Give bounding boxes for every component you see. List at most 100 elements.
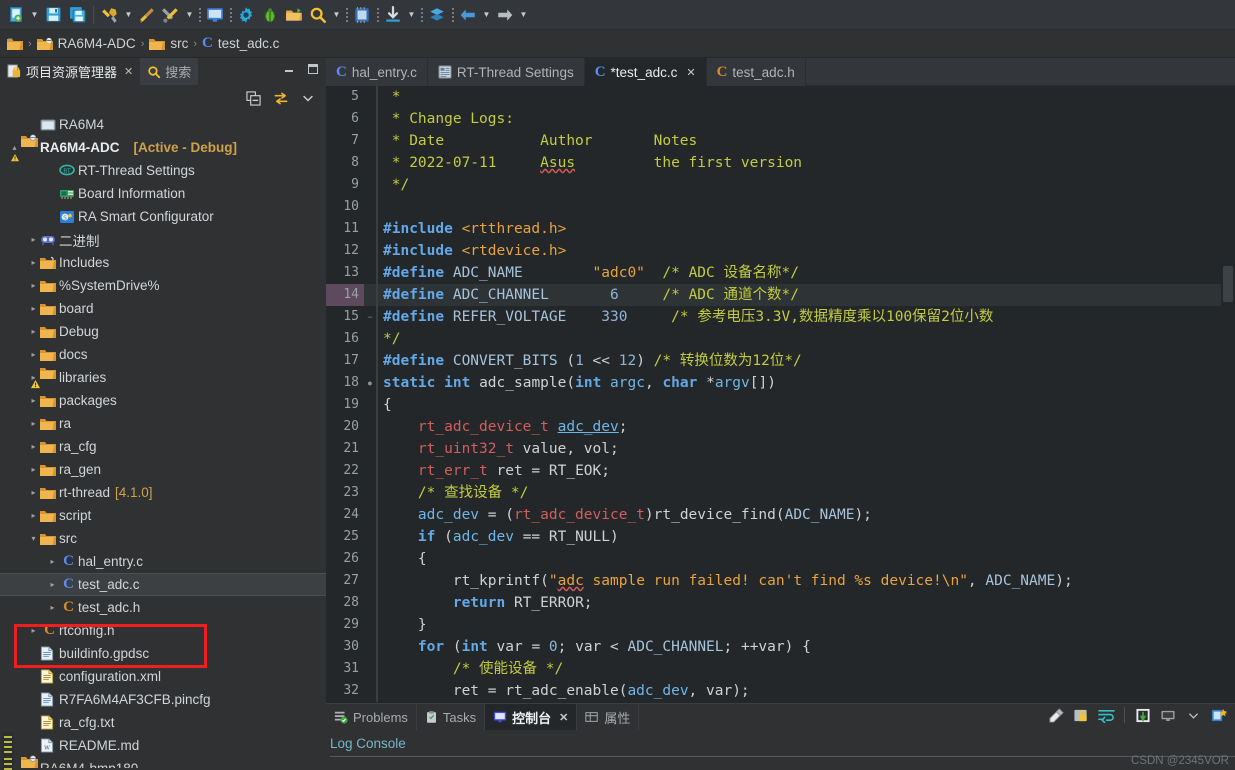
tree-item-libraries[interactable]: ▸libraries bbox=[0, 366, 326, 389]
build-button[interactable] bbox=[98, 3, 122, 27]
build-config-button[interactable] bbox=[159, 3, 183, 27]
close-icon[interactable]: ✕ bbox=[124, 65, 133, 78]
scrollbar-thumb[interactable] bbox=[1223, 266, 1233, 302]
tree-collapsed-twisty-icon[interactable]: ▸ bbox=[27, 396, 40, 405]
tree-item-ra-gen[interactable]: ▸ra_gen bbox=[0, 458, 326, 481]
clean-button[interactable] bbox=[135, 3, 159, 27]
tree-collapsed-twisty-icon[interactable]: ▸ bbox=[46, 557, 59, 566]
code-line[interactable]: 26 { bbox=[326, 548, 1235, 570]
code-line[interactable]: 17#define CONVERT_BITS (1 << 12) /* 转换位数… bbox=[326, 350, 1235, 372]
tree-item-readme-md[interactable]: WREADME.md bbox=[0, 734, 326, 757]
code-line[interactable]: 18●static int adc_sample(int argc, char … bbox=[326, 372, 1235, 394]
toolbar-handle-5[interactable] bbox=[418, 5, 425, 25]
tree-item-[interactable]: ▸二进制 bbox=[0, 228, 326, 251]
tree-collapsed-twisty-icon[interactable]: ▸ bbox=[27, 626, 40, 635]
tree-collapsed-twisty-icon[interactable]: ▸ bbox=[27, 419, 40, 428]
code-line[interactable]: 11#include <rtthread.h> bbox=[326, 218, 1235, 240]
code-line[interactable]: 20 rt_adc_device_t adc_dev; bbox=[326, 416, 1235, 438]
tab-tasks[interactable]: Tasks bbox=[417, 704, 485, 730]
back-button[interactable] bbox=[456, 3, 480, 27]
tree-item-ra-cfg-txt[interactable]: ra_cfg.txt bbox=[0, 711, 326, 734]
toolbar-handle-3[interactable] bbox=[343, 5, 350, 25]
tree-item-test-adc-c[interactable]: ▸Ctest_adc.c bbox=[0, 573, 326, 596]
code-line[interactable]: 9 */ bbox=[326, 174, 1235, 196]
code-line[interactable]: 21 rt_uint32_t value, vol; bbox=[326, 438, 1235, 460]
download-dropdown[interactable]: ▼ bbox=[405, 5, 418, 25]
toolbar-handle-6[interactable] bbox=[449, 5, 456, 25]
tree-item-ra-cfg[interactable]: ▸ra_cfg bbox=[0, 435, 326, 458]
editor-tab-rtthreadsettings[interactable]: RT-Thread Settings bbox=[428, 58, 585, 86]
tree-collapsed-twisty-icon[interactable]: ▸ bbox=[27, 465, 40, 474]
tab-properties[interactable]: 属性 bbox=[577, 704, 639, 730]
code-line[interactable]: 32 ret = rt_adc_enable(adc_dev, var); bbox=[326, 680, 1235, 702]
toolbar-handle-4[interactable] bbox=[374, 5, 381, 25]
code-line[interactable]: 27 rt_kprintf("adc sample run failed! ca… bbox=[326, 570, 1235, 592]
tree-item-ra[interactable]: ▸ra bbox=[0, 412, 326, 435]
tree-collapsed-twisty-icon[interactable]: ▸ bbox=[46, 603, 59, 612]
toolbar-handle-2[interactable] bbox=[227, 5, 234, 25]
tree-expanded-twisty-icon[interactable]: ▴ bbox=[8, 143, 21, 152]
search-dropdown[interactable]: ▼ bbox=[330, 5, 343, 25]
tree-collapsed-twisty-icon[interactable]: ▸ bbox=[27, 304, 40, 313]
tree-collapsed-twisty-icon[interactable]: ▸ bbox=[27, 442, 40, 451]
tree-item-rtconfig-h[interactable]: ▸Crtconfig.h bbox=[0, 619, 326, 642]
editor-tab-hal_entry.c[interactable]: Chal_entry.c bbox=[326, 58, 428, 86]
folder-open-icon[interactable] bbox=[7, 37, 23, 51]
code-line[interactable]: 7 * Date Author Notes bbox=[326, 130, 1235, 152]
settings-button[interactable] bbox=[234, 3, 258, 27]
back-dropdown[interactable]: ▼ bbox=[480, 5, 493, 25]
new-file-button[interactable] bbox=[4, 3, 28, 27]
tree-item-debug[interactable]: ▸Debug bbox=[0, 320, 326, 343]
tab-search[interactable]: 搜索 bbox=[140, 58, 198, 85]
tree-collapsed-twisty-icon[interactable]: ▸ bbox=[27, 511, 40, 520]
collapse-all-button[interactable] bbox=[245, 90, 262, 107]
build-config-dropdown[interactable]: ▼ bbox=[183, 5, 196, 25]
code-line[interactable]: 25 if (adc_dev == RT_NULL) bbox=[326, 526, 1235, 548]
tab-console[interactable]: 控制台 ✕ bbox=[485, 704, 577, 730]
minimize-view-button[interactable] bbox=[282, 62, 296, 76]
breadcrumb-item-1[interactable]: src bbox=[149, 36, 188, 51]
tree-collapsed-twisty-icon[interactable]: ▸ bbox=[27, 235, 40, 244]
tree-item-configuration-xml[interactable]: configuration.xml bbox=[0, 665, 326, 688]
tree-collapsed-twisty-icon[interactable]: ▸ bbox=[27, 350, 40, 359]
download-button[interactable] bbox=[381, 3, 405, 27]
code-line[interactable]: 15−#define REFER_VOLTAGE 330 /* 参考电压3.3V… bbox=[326, 306, 1235, 328]
package-manager-button[interactable] bbox=[350, 3, 374, 27]
editor-tab-test_adc.h[interactable]: Ctest_adc.h bbox=[707, 58, 806, 86]
tree-item-test-adc-h[interactable]: ▸Ctest_adc.h bbox=[0, 596, 326, 619]
code-line[interactable]: 28 return RT_ERROR; bbox=[326, 592, 1235, 614]
display-console-button[interactable] bbox=[1159, 706, 1177, 724]
forward-dropdown[interactable]: ▼ bbox=[517, 5, 530, 25]
tree-item-board[interactable]: ▸board bbox=[0, 297, 326, 320]
breadcrumb-item-2[interactable]: C test_adc.c bbox=[202, 35, 279, 52]
maximize-view-button[interactable] bbox=[306, 62, 320, 76]
code-line[interactable]: 22 rt_err_t ret = RT_EOK; bbox=[326, 460, 1235, 482]
tree-item-buildinfo-gpdsc[interactable]: buildinfo.gpdsc bbox=[0, 642, 326, 665]
breadcrumb-item-0[interactable]: RA6M4-ADC bbox=[37, 36, 136, 51]
open-console-button[interactable] bbox=[1209, 706, 1227, 724]
console-menu-button[interactable] bbox=[1184, 706, 1202, 724]
tree-item-hal-entry-c[interactable]: ▸Chal_entry.c bbox=[0, 550, 326, 573]
code-line[interactable]: 8 * 2022-07-11 Asus the first version bbox=[326, 152, 1235, 174]
tree-collapsed-twisty-icon[interactable]: ▸ bbox=[27, 327, 40, 336]
fold-marker-icon[interactable]: ● bbox=[364, 372, 376, 394]
code-line[interactable]: 19{ bbox=[326, 394, 1235, 416]
tree-item-rt-thread-settings[interactable]: RTRT-Thread Settings bbox=[0, 159, 326, 182]
code-line[interactable]: 14#define ADC_CHANNEL 6 /* ADC 通道个数*/ bbox=[326, 284, 1235, 306]
build-dropdown[interactable]: ▼ bbox=[122, 5, 135, 25]
tree-item-ra6m4-bmp180[interactable]: ▸RA6M4-bmp180 bbox=[0, 757, 326, 768]
terminal-button[interactable] bbox=[203, 3, 227, 27]
tree-collapsed-twisty-icon[interactable]: ▸ bbox=[46, 580, 59, 589]
code-line[interactable]: 24 adc_dev = (rt_adc_device_t)rt_device_… bbox=[326, 504, 1235, 526]
fold-marker-icon[interactable]: − bbox=[364, 306, 376, 328]
editor-vertical-scrollbar[interactable] bbox=[1221, 86, 1235, 703]
link-editor-button[interactable] bbox=[272, 90, 289, 107]
tree-item-ra6m4-adc[interactable]: ▴RA6M4-ADC[Active - Debug] bbox=[0, 136, 326, 159]
forward-button[interactable] bbox=[493, 3, 517, 27]
code-line[interactable]: 31 /* 使能设备 */ bbox=[326, 658, 1235, 680]
tab-project-explorer[interactable]: 项目资源管理器 ✕ bbox=[0, 58, 140, 85]
toolbar-handle[interactable] bbox=[196, 5, 203, 25]
tree-item-src[interactable]: ▾src bbox=[0, 527, 326, 550]
code-line[interactable]: 16*/ bbox=[326, 328, 1235, 350]
tree-item-systemdrive[interactable]: ▸%SystemDrive% bbox=[0, 274, 326, 297]
